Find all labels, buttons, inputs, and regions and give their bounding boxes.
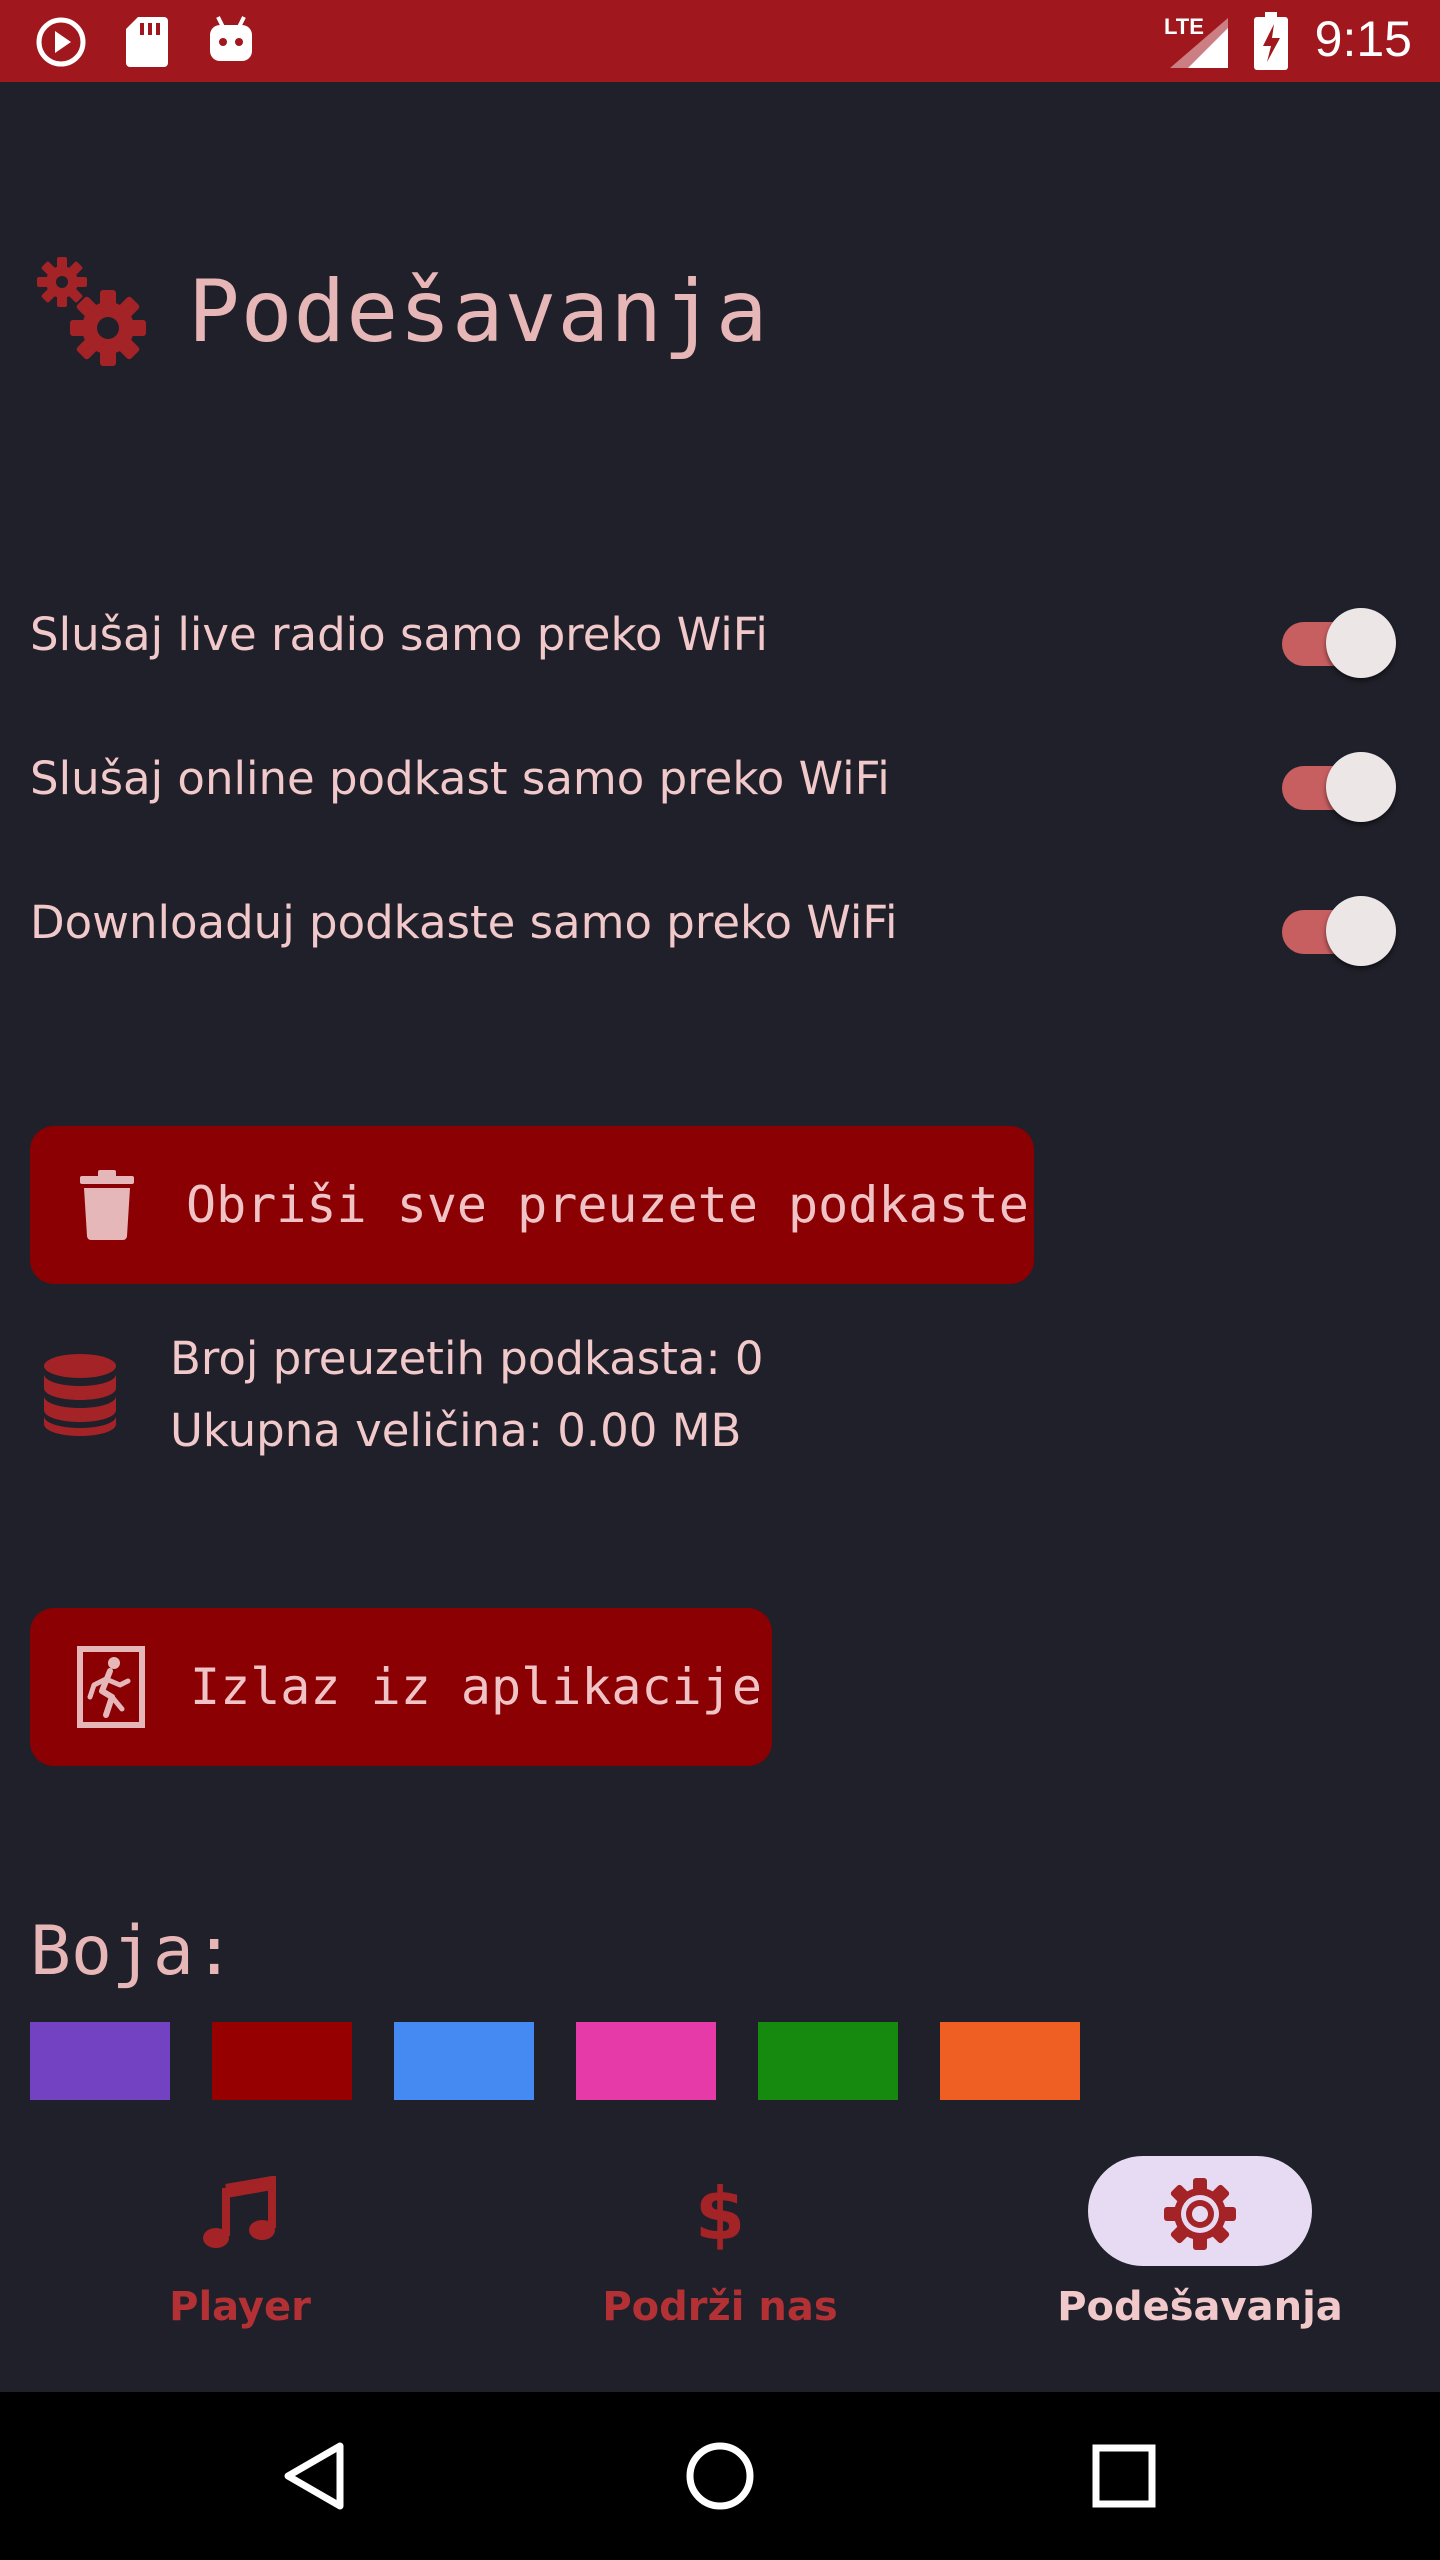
downloaded-count: Broj preuzetih podkasta: 0 xyxy=(170,1332,764,1385)
battery-charging-icon xyxy=(1254,12,1288,70)
nav-item-settings[interactable]: Podešavanja xyxy=(960,2100,1440,2390)
back-icon[interactable] xyxy=(266,2426,366,2526)
toggle-row-online-podcast[interactable]: Slušaj online podkast samo preko WiFi xyxy=(30,734,1410,834)
toggle-row-download-podcast[interactable]: Downloaduj podkaste samo preko WiFi xyxy=(30,878,1410,978)
signal-icon xyxy=(1170,18,1228,68)
settings-screen: Podešavanja Slušaj live radio samo preko… xyxy=(0,82,1440,2392)
delete-button-label: Obriši sve preuzete podkaste xyxy=(186,1176,1029,1234)
trash-icon xyxy=(80,1170,134,1240)
nav-label-settings: Podešavanja xyxy=(1057,2284,1343,2330)
exit-door-icon xyxy=(77,1646,145,1728)
dollar-icon: $ xyxy=(694,2172,746,2256)
music-note-icon xyxy=(203,2176,276,2248)
online-podcast-wifi-switch[interactable] xyxy=(1276,752,1396,822)
toggle-label: Slušaj live radio samo preko WiFi xyxy=(30,608,768,661)
total-size: Ukupna veličina: 0.00 MB xyxy=(170,1404,742,1457)
color-swatch-blue[interactable] xyxy=(394,2022,534,2110)
nav-label-support: Podrži nas xyxy=(602,2284,838,2330)
android-icon xyxy=(210,16,252,61)
nav-label-player: Player xyxy=(169,2284,311,2330)
page-title: Podešavanja xyxy=(188,262,769,362)
toggle-label: Slušaj online podkast samo preko WiFi xyxy=(30,752,890,805)
toggle-row-live-radio[interactable]: Slušaj live radio samo preko WiFi xyxy=(30,590,1410,690)
nav-item-support[interactable]: $ Podrži nas xyxy=(480,2100,960,2390)
gears-icon xyxy=(37,257,146,366)
bottom-navigation: Player $ Podrži nas Podešavanja xyxy=(0,2100,1440,2390)
color-swatch-purple[interactable] xyxy=(30,2022,170,2110)
clock: 9:15 xyxy=(1314,11,1412,67)
database-icon xyxy=(44,1354,116,1436)
system-navigation-bar xyxy=(0,2392,1440,2560)
exit-app-button[interactable]: Izlaz iz aplikacije xyxy=(30,1608,772,1766)
color-swatch-green[interactable] xyxy=(758,2022,898,2110)
gear-icon xyxy=(1164,2178,1236,2250)
nav-item-player[interactable]: Player xyxy=(0,2100,480,2390)
status-bar: LTE 9:15 xyxy=(0,0,1440,82)
color-swatch-pink[interactable] xyxy=(576,2022,716,2110)
color-swatch-orange[interactable] xyxy=(940,2022,1080,2110)
color-label: Boja: xyxy=(30,1912,235,1991)
storage-info: Broj preuzetih podkasta: 0 Ukupna veliči… xyxy=(40,1320,940,1490)
play-circle-icon xyxy=(36,17,86,67)
delete-downloaded-podcasts-button[interactable]: Obriši sve preuzete podkaste xyxy=(30,1126,1034,1284)
sd-card-icon xyxy=(126,17,168,67)
exit-button-label: Izlaz iz aplikacije xyxy=(190,1658,762,1716)
color-swatch-dark-red[interactable] xyxy=(212,2022,352,2110)
download-podcast-wifi-switch[interactable] xyxy=(1276,896,1396,966)
toggle-label: Downloaduj podkaste samo preko WiFi xyxy=(30,896,898,949)
home-icon[interactable] xyxy=(670,2426,770,2526)
recents-icon[interactable] xyxy=(1074,2426,1174,2526)
live-radio-wifi-switch[interactable] xyxy=(1276,608,1396,678)
